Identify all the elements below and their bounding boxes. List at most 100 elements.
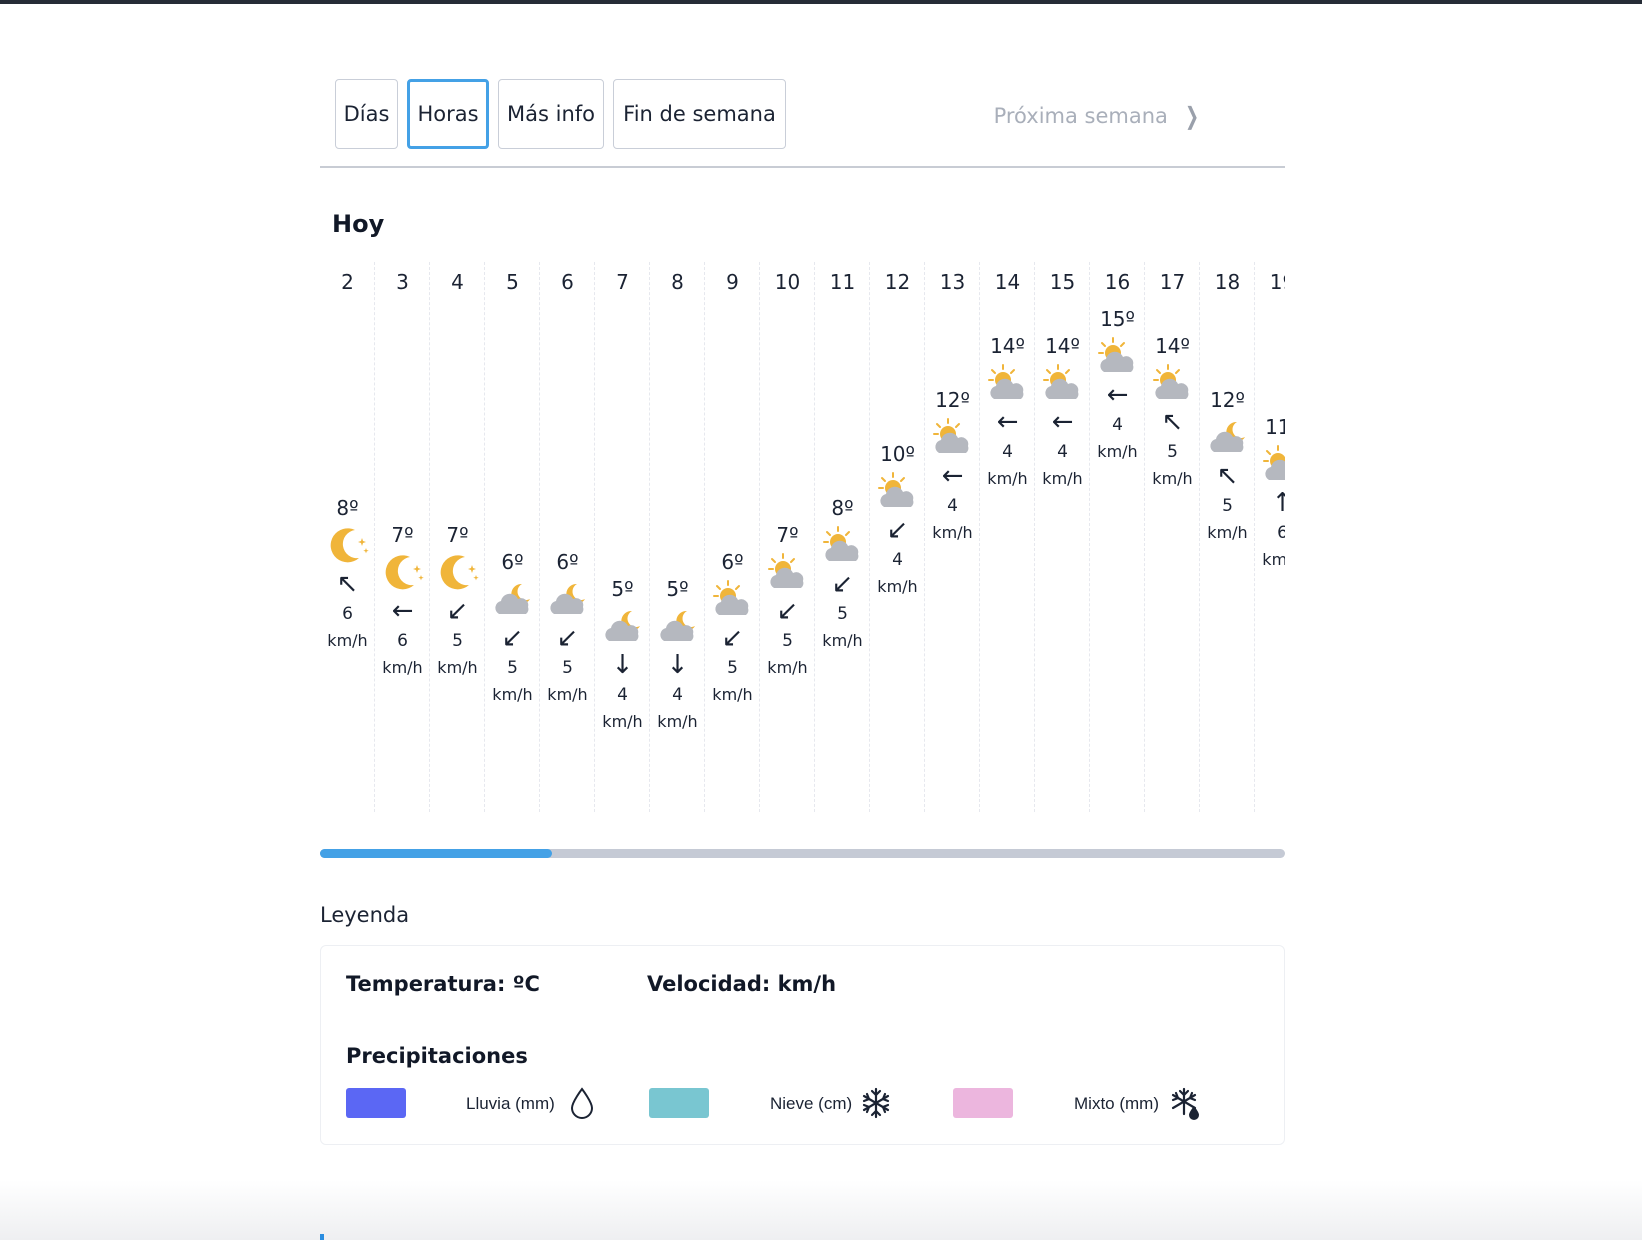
wind-direction-arrow: ↙	[831, 569, 854, 599]
sun-cloud-icon	[1152, 364, 1188, 399]
legend-box: Temperatura: ºC Velocidad: km/h Precipit…	[320, 945, 1285, 1145]
bottom-shadow	[0, 1180, 1642, 1240]
tab-mas-info[interactable]: Más info	[498, 79, 604, 149]
hourly-forecast-strip[interactable]: 2 8º ↖ 6 km/h 3 7º ← 6 km/h 4 7º ↙ 5 km/h 5 6º ↙ 5 km/h 6 6º ↙…	[320, 262, 1285, 812]
wind-speed-value: 5	[452, 631, 463, 651]
sun-cloud-icon	[767, 553, 803, 588]
temperature-value: 15º	[1100, 307, 1135, 331]
tab-label: Fin de semana	[623, 102, 776, 126]
hour-column: 9 6º ↙ 5 km/h	[705, 262, 760, 812]
hour-details: 14º ↖ 5 km/h	[1145, 332, 1200, 492]
hour-label: 5	[506, 270, 519, 294]
hour-column: 7 5º ↓ 4 km/h	[595, 262, 650, 812]
wind-speed-value: 6	[342, 604, 353, 624]
tab-dias[interactable]: Días	[335, 79, 398, 149]
drop-icon	[570, 1087, 594, 1119]
rain-label: Lluvia (mm)	[466, 1094, 555, 1113]
legend-speed: Velocidad: km/h	[647, 972, 837, 996]
temperature-value: 8º	[831, 496, 854, 520]
hour-details: 7º ↙ 5 km/h	[430, 521, 485, 681]
hour-details: 12º ↖ 5 km/h	[1200, 386, 1255, 546]
hour-label: 8	[671, 270, 684, 294]
tab-label: Horas	[417, 102, 479, 126]
top-bar	[0, 0, 1642, 4]
wind-speed-unit: km/h	[1152, 469, 1193, 488]
hour-label: 4	[451, 270, 464, 294]
hour-details: 6º ↙ 5 km/h	[485, 548, 540, 708]
temperature-value: 6º	[501, 550, 524, 574]
wind-speed-unit: km/h	[1262, 550, 1285, 569]
sun-cloud-icon	[877, 472, 913, 507]
temperature-value: 12º	[935, 388, 970, 412]
sun-cloud-icon	[822, 526, 858, 561]
snowflake-icon	[862, 1087, 890, 1119]
hour-details: 10º ↙ 4 km/h	[870, 440, 925, 600]
tab-fin-de-semana[interactable]: Fin de semana	[613, 79, 786, 149]
hour-column: 19 11º ↑ 6 km/h	[1255, 262, 1285, 812]
temperature-value: 14º	[990, 334, 1025, 358]
hour-column: 10 7º ↙ 5 km/h	[760, 262, 815, 812]
legend-precipitation-title: Precipitaciones	[346, 1044, 528, 1068]
wind-speed-value: 5	[782, 631, 793, 651]
temperature-value: 6º	[556, 550, 579, 574]
temperature-value: 5º	[611, 577, 634, 601]
wind-speed-value: 5	[1222, 496, 1233, 516]
rain-swatch	[346, 1088, 406, 1118]
wind-speed-unit: km/h	[327, 631, 368, 650]
temperature-value: 7º	[776, 523, 799, 547]
snow-swatch	[649, 1088, 709, 1118]
wind-direction-arrow: ↑	[1271, 488, 1285, 518]
moon-cloud-icon	[659, 610, 695, 641]
hour-label: 3	[396, 270, 409, 294]
hour-label: 15	[1049, 270, 1076, 294]
wind-speed-value: 4	[1112, 415, 1123, 435]
moon-clear-icon	[440, 555, 479, 590]
tab-horas[interactable]: Horas	[407, 79, 489, 149]
wind-speed-unit: km/h	[767, 658, 808, 677]
snow-label: Nieve (cm)	[770, 1094, 853, 1113]
wind-speed-unit: km/h	[1042, 469, 1083, 488]
section-marker	[320, 1234, 324, 1240]
horizontal-scrollbar[interactable]	[320, 849, 1285, 858]
wind-direction-arrow: ←	[941, 461, 964, 491]
day-title: Hoy	[332, 210, 385, 238]
wind-direction-arrow: ↙	[556, 623, 579, 653]
temperature-value: 10º	[880, 442, 915, 466]
hour-details: 7º ↙ 5 km/h	[760, 521, 815, 681]
hour-label: 9	[726, 270, 739, 294]
sun-cloud-icon	[712, 580, 748, 615]
scrollbar-thumb[interactable]	[320, 849, 552, 858]
sun-cloud-icon	[1262, 445, 1285, 480]
wind-direction-arrow: ↙	[721, 623, 744, 653]
hour-details: 14º ← 4 km/h	[980, 332, 1035, 492]
temperature-value: 14º	[1155, 334, 1190, 358]
hour-label: 6	[561, 270, 574, 294]
mixed-label: Mixto (mm)	[1074, 1094, 1159, 1113]
temperature-value: 7º	[391, 523, 414, 547]
wind-speed-unit: km/h	[602, 712, 643, 731]
hour-details: 6º ↙ 5 km/h	[705, 548, 760, 708]
hour-details: 11º ↑ 6 km/h	[1255, 413, 1285, 573]
next-week-link[interactable]: Próxima semana ❯	[994, 96, 1202, 136]
hour-column: 15 14º ← 4 km/h	[1035, 262, 1090, 812]
hour-label: 12	[884, 270, 911, 294]
wind-speed-value: 5	[727, 658, 738, 678]
legend-temperature: Temperatura: ºC	[346, 972, 540, 996]
tabs-divider	[320, 166, 1285, 168]
chevron-right-icon: ❯	[1184, 102, 1199, 130]
hour-details: 7º ← 6 km/h	[375, 521, 430, 681]
wind-speed-unit: km/h	[932, 523, 973, 542]
hour-details: 12º ← 4 km/h	[925, 386, 980, 546]
wind-speed-unit: km/h	[877, 577, 918, 596]
sun-cloud-icon	[1042, 364, 1078, 399]
hour-column: 13 12º ← 4 km/h	[925, 262, 980, 812]
wind-speed-value: 5	[562, 658, 573, 678]
hour-column: 18 12º ↖ 5 km/h	[1200, 262, 1255, 812]
hour-column: 11 8º ↙ 5 km/h	[815, 262, 870, 812]
wind-direction-arrow: ↙	[446, 596, 469, 626]
hour-column: 12 10º ↙ 4 km/h	[870, 262, 925, 812]
wind-speed-unit: km/h	[822, 631, 863, 650]
wind-speed-value: 4	[1002, 442, 1013, 462]
wind-speed-unit: km/h	[1207, 523, 1248, 542]
wind-speed-unit: km/h	[712, 685, 753, 704]
